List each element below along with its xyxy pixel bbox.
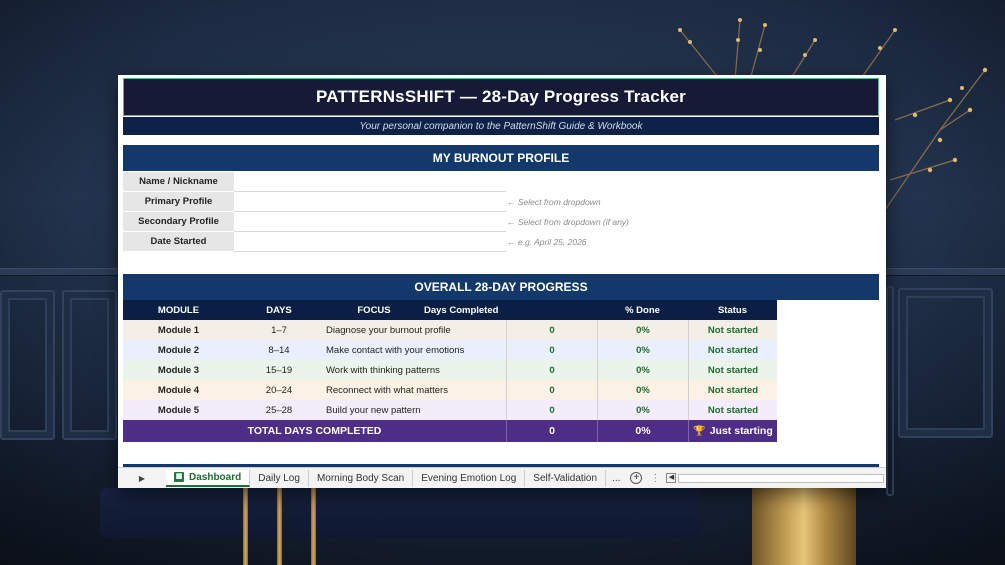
- profile-section-header: MY BURNOUT PROFILE: [123, 145, 879, 171]
- cell-days-completed[interactable]: 0: [506, 340, 597, 360]
- profile-hint: ← e.g. April 25, 2026: [507, 237, 587, 247]
- table-row: Module 5 25–28 Build your new pattern 0 0% No…: [123, 400, 777, 420]
- add-sheet-icon[interactable]: +: [630, 472, 643, 484]
- title-bar: PATTERNsSHIFT — 28-Day Progress Tracker: [123, 78, 879, 116]
- cell-days-completed[interactable]: 0: [506, 320, 597, 340]
- cell-days[interactable]: 25–28: [234, 400, 324, 420]
- cell-module[interactable]: Module 3: [123, 360, 234, 380]
- sofa: [100, 488, 700, 538]
- easel-leg: [311, 488, 316, 565]
- cell-days[interactable]: 8–14: [234, 340, 324, 360]
- wall-panel: [886, 286, 894, 496]
- cell-pct-done[interactable]: 0%: [597, 380, 688, 400]
- total-pct-done: 0%: [597, 420, 688, 442]
- easel-leg: [277, 488, 282, 565]
- cell-focus[interactable]: Work with thinking patterns: [324, 360, 506, 380]
- cell-status[interactable]: Not started: [688, 340, 777, 360]
- cell-focus[interactable]: Make contact with your emotions: [324, 340, 506, 360]
- wall-panel: [898, 288, 993, 438]
- cell-days[interactable]: 20–24: [234, 380, 324, 400]
- sheet-tab-bar: ▶ ▦ Dashboard Daily Log Morning Body Sca…: [118, 467, 886, 488]
- page-title: PATTERNsSHIFT — 28-Day Progress Tracker: [316, 87, 686, 106]
- progress-heading: OVERALL 28-DAY PROGRESS: [414, 280, 588, 294]
- cell-status[interactable]: Not started: [688, 400, 777, 420]
- progress-section-header: OVERALL 28-DAY PROGRESS: [123, 274, 879, 300]
- cell-pct-done[interactable]: 0%: [597, 320, 688, 340]
- cell-status[interactable]: Not started: [688, 360, 777, 380]
- tab-label: Dashboard: [189, 471, 242, 483]
- date-started-input[interactable]: [234, 232, 506, 252]
- cell-pct-done[interactable]: 0%: [597, 340, 688, 360]
- easel-leg: [243, 488, 248, 565]
- cell-module[interactable]: Module 5: [123, 400, 234, 420]
- profile-row: Name / Nickname: [123, 172, 823, 192]
- profile-row: Primary Profile ← Select from dropdown: [123, 192, 823, 212]
- profile-heading: MY BURNOUT PROFILE: [432, 151, 570, 165]
- profile-label-primary: Primary Profile: [123, 192, 234, 212]
- table-row: Module 2 8–14 Make contact with your emoti…: [123, 340, 777, 360]
- table-row: Module 3 15–19 Work with thinking patterns…: [123, 360, 777, 380]
- page-subtitle: Your personal companion to the PatternSh…: [359, 120, 643, 132]
- sheet-icon: ▦: [174, 472, 184, 482]
- spreadsheet-board: PATTERNsSHIFT — 28-Day Progress Tracker …: [118, 75, 886, 488]
- wall-panel: [62, 290, 117, 440]
- cell-days-completed[interactable]: 0: [506, 380, 597, 400]
- cell-status[interactable]: Not started: [688, 320, 777, 340]
- cell-focus[interactable]: Diagnose your burnout profile: [324, 320, 506, 340]
- total-status: 🏆 Just starting: [688, 420, 777, 442]
- trophy-icon: 🏆: [693, 425, 706, 437]
- profile-label-name: Name / Nickname: [123, 172, 234, 192]
- cell-module[interactable]: Module 1: [123, 320, 234, 340]
- profile-label-date: Date Started: [123, 232, 234, 252]
- table-row: Module 4 20–24 Reconnect with what matters…: [123, 380, 777, 400]
- total-row: TOTAL DAYS COMPLETED 0 0% 🏆 Just starting: [123, 420, 777, 442]
- secondary-profile-select[interactable]: [234, 212, 506, 232]
- profile-row: Secondary Profile ← Select from dropdown…: [123, 212, 823, 232]
- scroll-left-icon[interactable]: ◀: [666, 473, 677, 483]
- total-days-completed: 0: [506, 420, 597, 442]
- cell-focus[interactable]: Build your new pattern: [324, 400, 506, 420]
- subtitle-bar: Your personal companion to the PatternSh…: [123, 117, 879, 135]
- col-focus: FOCUS: [357, 304, 391, 316]
- tab-morning-body-scan[interactable]: Morning Body Scan: [309, 469, 414, 487]
- profile-hint: ← Select from dropdown (if any): [507, 217, 629, 227]
- tab-splitter-icon[interactable]: ⋮: [646, 473, 664, 484]
- cell-module[interactable]: Module 4: [123, 380, 234, 400]
- col-status: Status: [717, 304, 748, 316]
- profile-label-secondary: Secondary Profile: [123, 212, 234, 232]
- tab-dashboard[interactable]: ▦ Dashboard: [166, 469, 251, 487]
- cell-module[interactable]: Module 2: [123, 340, 234, 360]
- cell-days-completed[interactable]: 0: [506, 400, 597, 420]
- total-label: TOTAL DAYS COMPLETED: [247, 425, 382, 437]
- profile-hint: ← Select from dropdown: [507, 197, 601, 207]
- cell-pct-done[interactable]: 0%: [597, 360, 688, 380]
- tab-evening-emotion-log[interactable]: Evening Emotion Log: [413, 469, 526, 487]
- horizontal-scrollbar[interactable]: [678, 473, 884, 483]
- col-days: DAYS: [266, 304, 292, 316]
- tab-self-validation[interactable]: Self-Validation: [525, 469, 607, 487]
- table-row: Module 1 1–7 Diagnose your burnout profile…: [123, 320, 777, 340]
- more-tabs-button[interactable]: ...: [606, 473, 626, 484]
- col-module: MODULE: [157, 304, 200, 316]
- primary-profile-select[interactable]: [234, 192, 506, 212]
- name-input[interactable]: [234, 172, 506, 192]
- cell-focus[interactable]: Reconnect with what matters: [324, 380, 506, 400]
- wall-panel: [0, 290, 55, 440]
- total-status-label: Just starting: [709, 425, 773, 437]
- cell-days[interactable]: 15–19: [234, 360, 324, 380]
- col-pct-done: % Done: [625, 304, 660, 316]
- profile-row: Date Started ← e.g. April 25, 2026: [123, 232, 823, 252]
- table-header: MODULE DAYS FOCUS Days Completed % Done …: [123, 300, 777, 320]
- sheet-nav-arrow-icon[interactable]: ▶: [118, 474, 166, 483]
- cell-days[interactable]: 1–7: [234, 320, 324, 340]
- tab-daily-log[interactable]: Daily Log: [250, 469, 309, 487]
- col-days-completed: Days Completed: [424, 304, 499, 316]
- cell-pct-done[interactable]: 0%: [597, 400, 688, 420]
- cell-status[interactable]: Not started: [688, 380, 777, 400]
- cell-days-completed[interactable]: 0: [506, 360, 597, 380]
- gold-vase: [752, 486, 856, 565]
